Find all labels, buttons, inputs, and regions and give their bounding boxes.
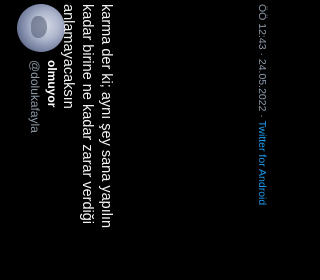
tweet-meta: ÖÖ 12:43 · 24.05.2022 · Twitter for Andr… [255, 4, 268, 205]
meta-separator-2: · [256, 111, 268, 121]
tweet-date: 24.05.2022 [256, 58, 268, 112]
tweet-time: ÖÖ 12:43 [256, 4, 268, 50]
screenshot-canvas: olmuyor @dolukafayla karma der ki; aynı … [0, 0, 280, 280]
tweet-card: olmuyor @dolukafayla karma der ki; aynı … [0, 0, 280, 280]
tweet-text: karma der ki; aynı şey sana yapılın kada… [60, 4, 114, 229]
display-name[interactable]: olmuyor [45, 60, 59, 107]
user-handle[interactable]: @dolukafayla [28, 60, 42, 133]
tweet-source-link[interactable]: Twitter for Android [256, 121, 268, 206]
meta-separator: · [256, 49, 268, 59]
